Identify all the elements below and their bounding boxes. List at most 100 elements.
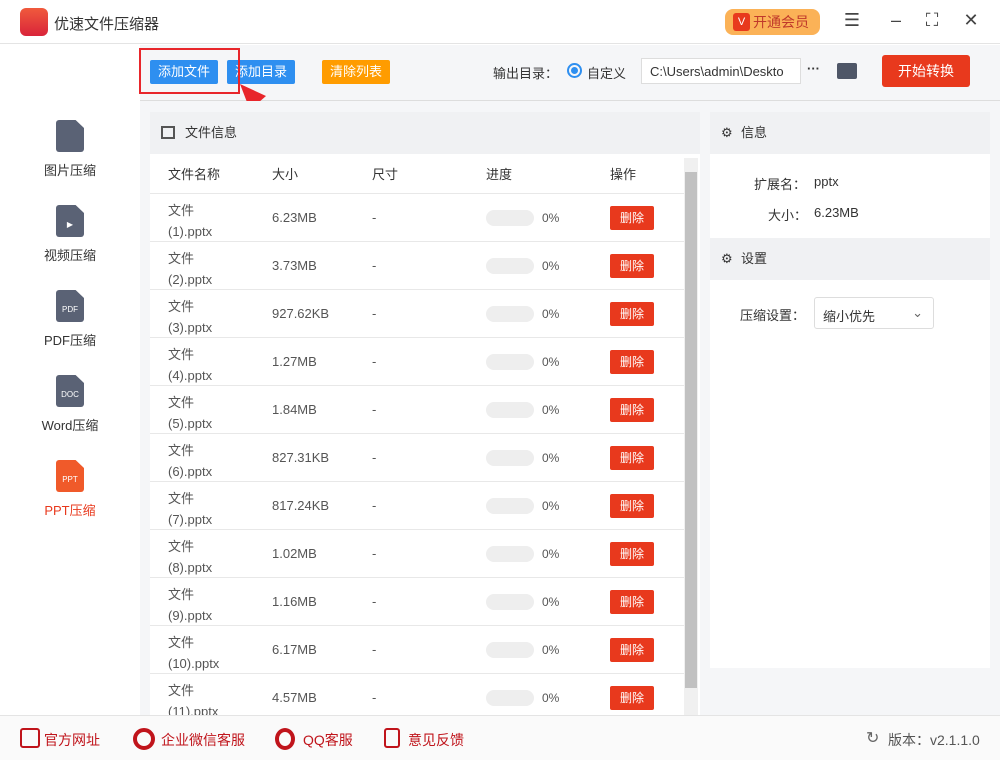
gear-icon: ⚙ [721,125,733,140]
feedback-label: 意见反馈 [408,732,464,748]
sidebar-item-1[interactable]: ▶ 视频压缩 [0,205,140,264]
highlight-box [139,48,240,94]
output-path-input[interactable]: C:\Users\admin\Deskto [641,58,801,84]
close-icon[interactable]: ✕ [961,10,981,31]
file-dimension: - [372,258,377,273]
refresh-icon[interactable]: ↻ [866,728,879,748]
delete-button[interactable]: 删除 [610,542,654,566]
delete-button[interactable]: 删除 [610,302,654,326]
compress-value: 缩小优先 [823,309,876,324]
feedback-link[interactable]: 意见反馈 [384,728,464,750]
progress-bar [486,594,534,610]
folder-icon[interactable] [837,63,857,79]
file-panel: 文件信息 文件名称 大小 尺寸 进度 操作 文件 (1).pptx 6.23MB -… [150,112,700,715]
ppt-file-icon: PPT [56,460,84,492]
gear-icon: ⚙ [721,251,733,266]
file-size: 6.23MB [272,210,317,225]
delete-button[interactable]: 删除 [610,350,654,374]
progress-text: 0% [542,259,560,273]
progress-text: 0% [542,595,560,609]
table-row: 文件 (9).pptx 1.16MB - 0% 删除 [150,578,684,626]
delete-button[interactable]: 删除 [610,590,654,614]
wechat-label: 企业微信客服 [161,732,245,748]
progress-bar [486,210,534,226]
progress-text: 0% [542,547,560,561]
file-name: 文件 (4).pptx [168,347,213,383]
col-action: 操作 [610,167,637,182]
file-size: 4.57MB [272,690,317,705]
compress-label: 压缩设置： [740,308,806,323]
minimize-icon[interactable]: – [886,10,906,31]
chevron-down-icon: ⌄ [912,305,923,320]
file-dimension: - [372,354,377,369]
size-label: 大小： [768,208,808,223]
maximize-icon[interactable]: ⛶ [922,10,942,31]
website-icon [20,728,40,748]
col-size: 大小 [272,167,299,182]
progress-bar [486,258,534,274]
right-panel: ⚙ 信息 扩展名： pptx 大小： 6.23MB ⚙ 设置 压缩设置： 缩小优先 ⌄ [710,112,990,668]
file-size: 1.27MB [272,354,317,369]
qq-service-link[interactable]: QQ客服 [275,728,353,750]
delete-button[interactable]: 删除 [610,254,654,278]
file-name: 文件 (3).pptx [168,299,213,335]
file-size: 827.31KB [272,450,330,465]
website-link[interactable]: 官方网址 [20,728,100,750]
qq-label: QQ客服 [303,732,353,748]
delete-button[interactable]: 删除 [610,446,654,470]
file-name: 文件 (10).pptx [168,635,220,671]
file-size: 817.24KB [272,498,330,513]
progress-bar [486,306,534,322]
sidebar-item-label: PDF压缩 [43,333,96,348]
ext-value: pptx [814,174,839,189]
menu-icon[interactable]: ☰ [842,10,862,31]
table-row: 文件 (4).pptx 1.27MB - 0% 删除 [150,338,684,386]
size-value: 6.23MB [814,205,859,220]
info-header: ⚙ 信息 [710,112,990,154]
table-row: 文件 (10).pptx 6.17MB - 0% 删除 [150,626,684,674]
website-label: 官方网址 [44,732,100,748]
file-dimension: - [372,690,377,705]
progress-text: 0% [542,403,560,417]
wechat-service-link[interactable]: 企业微信客服 [133,728,245,750]
progress-text: 0% [542,307,560,321]
progress-bar [486,546,534,562]
delete-button[interactable]: 删除 [610,398,654,422]
delete-button[interactable]: 删除 [610,494,654,518]
image-file-icon [56,120,84,152]
sidebar-item-2[interactable]: PDF PDF压缩 [0,290,140,349]
sidebar-item-label: 图片压缩 [43,163,96,178]
progress-bar [486,690,534,706]
delete-button[interactable]: 删除 [610,206,654,230]
file-size: 1.84MB [272,402,317,417]
qq-icon [275,728,295,750]
version-label: 版本：v2.1.1.0 [888,732,980,748]
more-button[interactable]: ··· [807,61,820,76]
file-size: 6.17MB [272,642,317,657]
sidebar-item-0[interactable]: 图片压缩 [0,120,140,179]
scrollbar[interactable] [684,158,698,715]
file-name: 文件 (9).pptx [168,587,213,623]
file-panel-header: 文件信息 [150,112,700,154]
custom-radio[interactable] [567,63,582,78]
delete-button[interactable]: 删除 [610,638,654,662]
sidebar-item-label: 视频压缩 [43,248,96,263]
vip-button[interactable]: 开通会员 [725,9,820,35]
start-convert-button[interactable]: 开始转换 [882,55,970,87]
sidebar-item-label: Word压缩 [41,418,99,433]
doc-file-icon: DOC [56,375,84,407]
table-row: 文件 (11).pptx 4.57MB - 0% 删除 [150,674,684,715]
app-title: 优速文件压缩器 [54,16,160,33]
delete-button[interactable]: 删除 [610,686,654,710]
sidebar-item-4[interactable]: PPT PPT压缩 [0,460,140,519]
file-dimension: - [372,210,377,225]
progress-text: 0% [542,451,560,465]
sidebar: 图片压缩 ▶ 视频压缩 PDF PDF压缩 DOC Word压缩 PPT PPT压缩 [0,45,140,715]
feedback-icon [384,728,400,748]
sidebar-item-3[interactable]: DOC Word压缩 [0,375,140,434]
progress-bar [486,642,534,658]
file-size: 1.16MB [272,594,317,609]
compress-select[interactable]: 缩小优先 ⌄ [814,297,934,329]
file-list: 文件 (1).pptx 6.23MB -0% 删除 文件 (2).pptx 3.73MB -… [150,194,684,715]
table-row: 文件 (2).pptx 3.73MB - 0% 删除 [150,242,684,290]
